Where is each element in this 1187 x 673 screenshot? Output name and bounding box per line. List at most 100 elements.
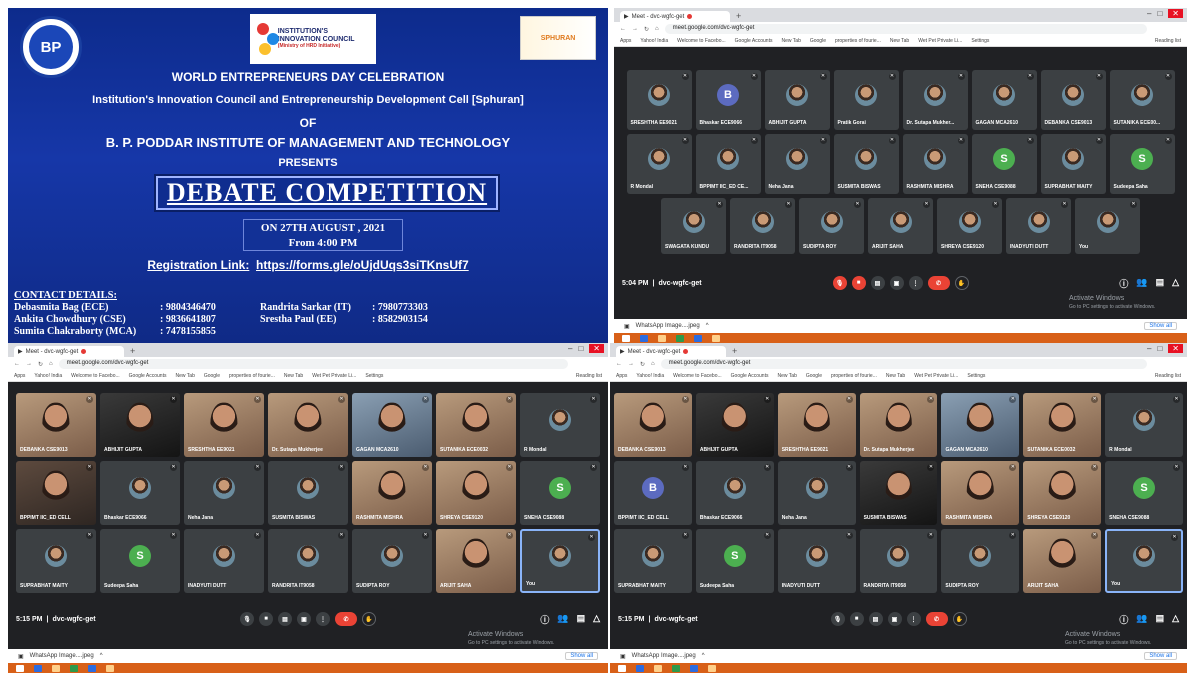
forward-icon[interactable]: → <box>632 26 638 32</box>
participant-tile[interactable]: ✕ RASHMITA MISHRA <box>352 461 432 525</box>
back-icon[interactable]: ← <box>14 361 20 367</box>
participant-tile[interactable]: ✕ SUTANIKA ECE0032 <box>436 393 516 457</box>
reload-icon[interactable]: ↻ <box>644 26 649 33</box>
participant-tile[interactable]: ✕ SUDIPTA ROY <box>352 529 432 593</box>
participant-tile[interactable]: ✕ Dr. Sutapa Mukherjee <box>859 393 938 457</box>
taskbar-app-icon[interactable] <box>88 664 96 672</box>
new-tab-button[interactable]: + <box>732 346 737 356</box>
minimize-button[interactable]: – <box>568 344 572 353</box>
new-tab-button[interactable]: + <box>736 11 741 21</box>
taskbar-app-icon[interactable] <box>708 664 716 672</box>
reading-list[interactable]: Reading list <box>576 373 602 379</box>
taskbar-app-icon[interactable] <box>636 664 644 672</box>
participant-tile[interactable]: ✕ INADYUTI DUTT <box>184 529 264 593</box>
people-icon[interactable]: 👥 <box>1136 277 1147 290</box>
participant-tile[interactable]: S ✕ Sudeepa Saha <box>100 529 180 593</box>
show-all-button[interactable]: Show all <box>1144 322 1177 330</box>
participant-tile[interactable]: ✕ SUSMITA BISWAS <box>268 461 348 525</box>
info-icon[interactable]: ⓘ <box>1119 277 1128 290</box>
participant-tile[interactable]: ✕ SRESHTHA EE9021 <box>626 70 692 130</box>
taskbar-app-icon[interactable] <box>658 334 666 342</box>
chat-icon[interactable]: ▤ <box>1156 277 1165 290</box>
participant-tile[interactable]: ✕ RANDRITA IT9058 <box>730 198 795 254</box>
raise-hand-button[interactable]: ✋ <box>362 612 376 626</box>
new-tab-button[interactable]: + <box>130 346 135 356</box>
raise-hand-button[interactable]: ✋ <box>954 276 969 290</box>
bookmark-item[interactable]: New Tab <box>781 38 800 44</box>
download-file-name[interactable]: WhatsApp Image....jpeg <box>636 323 700 329</box>
participant-tile[interactable]: ✕ Bhaskar ECE9066 <box>695 461 774 525</box>
captions-button[interactable]: ▤ <box>868 612 883 626</box>
participant-tile[interactable]: ✕ Pratik Gorai <box>833 70 899 130</box>
bookmark-item[interactable]: Apps <box>620 38 631 44</box>
info-icon[interactable]: ⓘ <box>540 613 549 626</box>
participant-tile[interactable]: ✕ SUDIPTA ROY <box>799 198 864 254</box>
taskbar-app-icon[interactable] <box>690 664 698 672</box>
participant-tile[interactable]: B ✕ Bhaskar ECE9066 <box>695 70 761 130</box>
end-call-button[interactable]: ✆ <box>927 276 950 290</box>
chevron-up-icon[interactable]: ^ <box>706 323 709 329</box>
participant-tile[interactable]: ✕ SUSMITA BISWAS <box>859 461 938 525</box>
minimize-button[interactable]: – <box>1147 344 1151 353</box>
bookmark-item[interactable]: Yahoo! India <box>636 373 664 379</box>
participant-tile[interactable]: ✕ SUPRABHAT MAITY <box>16 529 96 593</box>
taskbar-app-icon[interactable] <box>70 664 78 672</box>
mic-toggle-button[interactable]: 🎙 <box>240 612 254 626</box>
bookmark-item[interactable]: Settings <box>971 38 989 44</box>
bookmark-item[interactable]: New Tab <box>890 38 909 44</box>
participant-tile[interactable]: ✕ Dr. Sutapa Mukherjee <box>268 393 348 457</box>
bookmark-item[interactable]: Wet Pet Private Li... <box>914 373 958 379</box>
participant-tile[interactable]: ✕ Dr. Sutapa Mukher... <box>902 70 968 130</box>
mic-toggle-button[interactable]: 🎙 <box>832 276 847 290</box>
taskbar-app-icon[interactable] <box>16 664 24 672</box>
participant-tile[interactable]: ✕ SUDIPTA ROY <box>941 529 1020 593</box>
bookmark-item[interactable]: Welcome to Facebo... <box>677 38 726 44</box>
participant-tile[interactable]: ✕ INADYUTI DUTT <box>777 529 856 593</box>
back-icon[interactable]: ← <box>616 361 622 367</box>
participant-tile[interactable]: ✕ GAGAN MCA2610 <box>971 70 1037 130</box>
bookmark-item[interactable]: Settings <box>365 373 383 379</box>
more-options-button[interactable]: ⋮ <box>906 612 921 626</box>
reload-icon[interactable]: ↻ <box>38 361 43 368</box>
taskbar-app-icon[interactable] <box>672 664 680 672</box>
participant-tile[interactable]: ✕ You <box>520 529 600 593</box>
participant-tile[interactable]: ✕ ARIJIT SAHA <box>1023 529 1102 593</box>
url-input[interactable]: meet.google.com/dvc-wgfc-get <box>664 24 1147 34</box>
taskbar-app-icon[interactable] <box>676 334 684 342</box>
captions-button[interactable]: ▤ <box>870 276 885 290</box>
bookmark-item[interactable]: Yahoo! India <box>640 38 668 44</box>
participant-tile[interactable]: ✕ SUPRABHAT MAITY <box>1040 134 1106 194</box>
participant-tile[interactable]: S ✕ Sudeepa Saha <box>695 529 774 593</box>
participant-tile[interactable]: ✕ RANDRITA IT9058 <box>859 529 938 593</box>
camera-toggle-button[interactable]: ■ <box>259 612 273 626</box>
bookmark-item[interactable]: Settings <box>967 373 985 379</box>
bookmark-item[interactable]: properties of fourie... <box>229 373 275 379</box>
chevron-up-icon[interactable]: ^ <box>702 653 705 659</box>
participant-tile[interactable]: ✕ RANDRITA IT9058 <box>268 529 348 593</box>
bookmark-item[interactable]: Google <box>810 38 826 44</box>
participant-tile[interactable]: S ✕ SNEHA CSE9088 <box>520 461 600 525</box>
participant-tile[interactable]: ✕ SUPRABHAT MAITY <box>614 529 692 593</box>
browser-tab[interactable]: ▶ Meet - dvc-wgfc-get <box>616 346 726 357</box>
bookmark-item[interactable]: Apps <box>14 373 25 379</box>
participant-tile[interactable]: ✕ R Mondal <box>626 134 692 194</box>
participant-tile[interactable]: ✕ GAGAN MCA2610 <box>941 393 1020 457</box>
registration-link[interactable]: https://forms.gle/oUjdUqs3siTKnsUf7 <box>256 258 469 272</box>
people-icon[interactable]: 👥 <box>1136 613 1147 626</box>
url-input[interactable]: meet.google.com/dvc-wgfc-get <box>660 359 1147 369</box>
participant-tile[interactable]: ✕ ARIJIT SAHA <box>868 198 933 254</box>
participant-tile[interactable]: ✕ DEBANKA CSE9013 <box>1040 70 1106 130</box>
participant-tile[interactable]: ✕ ABHIJIT GUPTA <box>764 70 830 130</box>
people-icon[interactable]: 👥 <box>557 613 568 626</box>
raise-hand-button[interactable]: ✋ <box>952 612 967 626</box>
bookmark-item[interactable]: Google Accounts <box>731 373 769 379</box>
bookmark-item[interactable]: properties of fourie... <box>831 373 877 379</box>
taskbar-app-icon[interactable] <box>654 664 662 672</box>
maximize-button[interactable]: □ <box>1157 344 1162 353</box>
end-call-button[interactable]: ✆ <box>335 612 357 626</box>
bookmark-item[interactable]: Google Accounts <box>129 373 167 379</box>
taskbar-app-icon[interactable] <box>34 664 42 672</box>
more-options-button[interactable]: ⋮ <box>316 612 330 626</box>
participant-tile[interactable]: ✕ R Mondal <box>520 393 600 457</box>
participant-tile[interactable]: ✕ RASHMITA MISHRA <box>902 134 968 194</box>
